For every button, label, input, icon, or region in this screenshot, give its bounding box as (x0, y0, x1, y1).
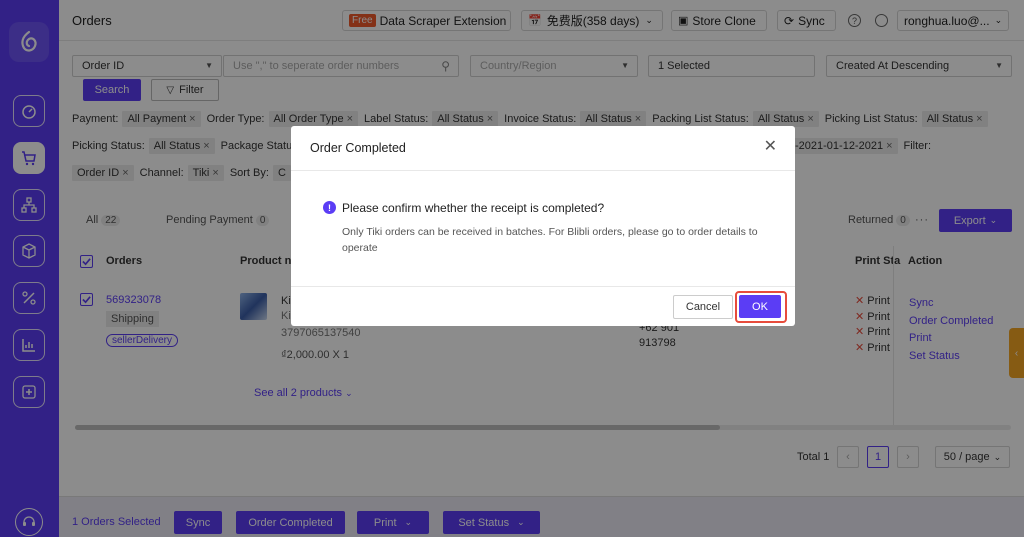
cancel-button[interactable]: Cancel (673, 295, 733, 319)
dialog-title: Order Completed (310, 141, 406, 155)
confirm-question: Please confirm whether the receipt is co… (342, 201, 605, 215)
dialog-header: Order Completed ✕ (291, 126, 795, 171)
confirm-detail: Only Tiki orders can be received in batc… (342, 226, 758, 254)
info-icon: ! (323, 201, 336, 214)
close-icon[interactable]: ✕ (764, 139, 777, 155)
order-completed-dialog: Order Completed ✕ ! Please confirm wheth… (291, 126, 795, 326)
ok-button[interactable]: OK (739, 295, 781, 318)
